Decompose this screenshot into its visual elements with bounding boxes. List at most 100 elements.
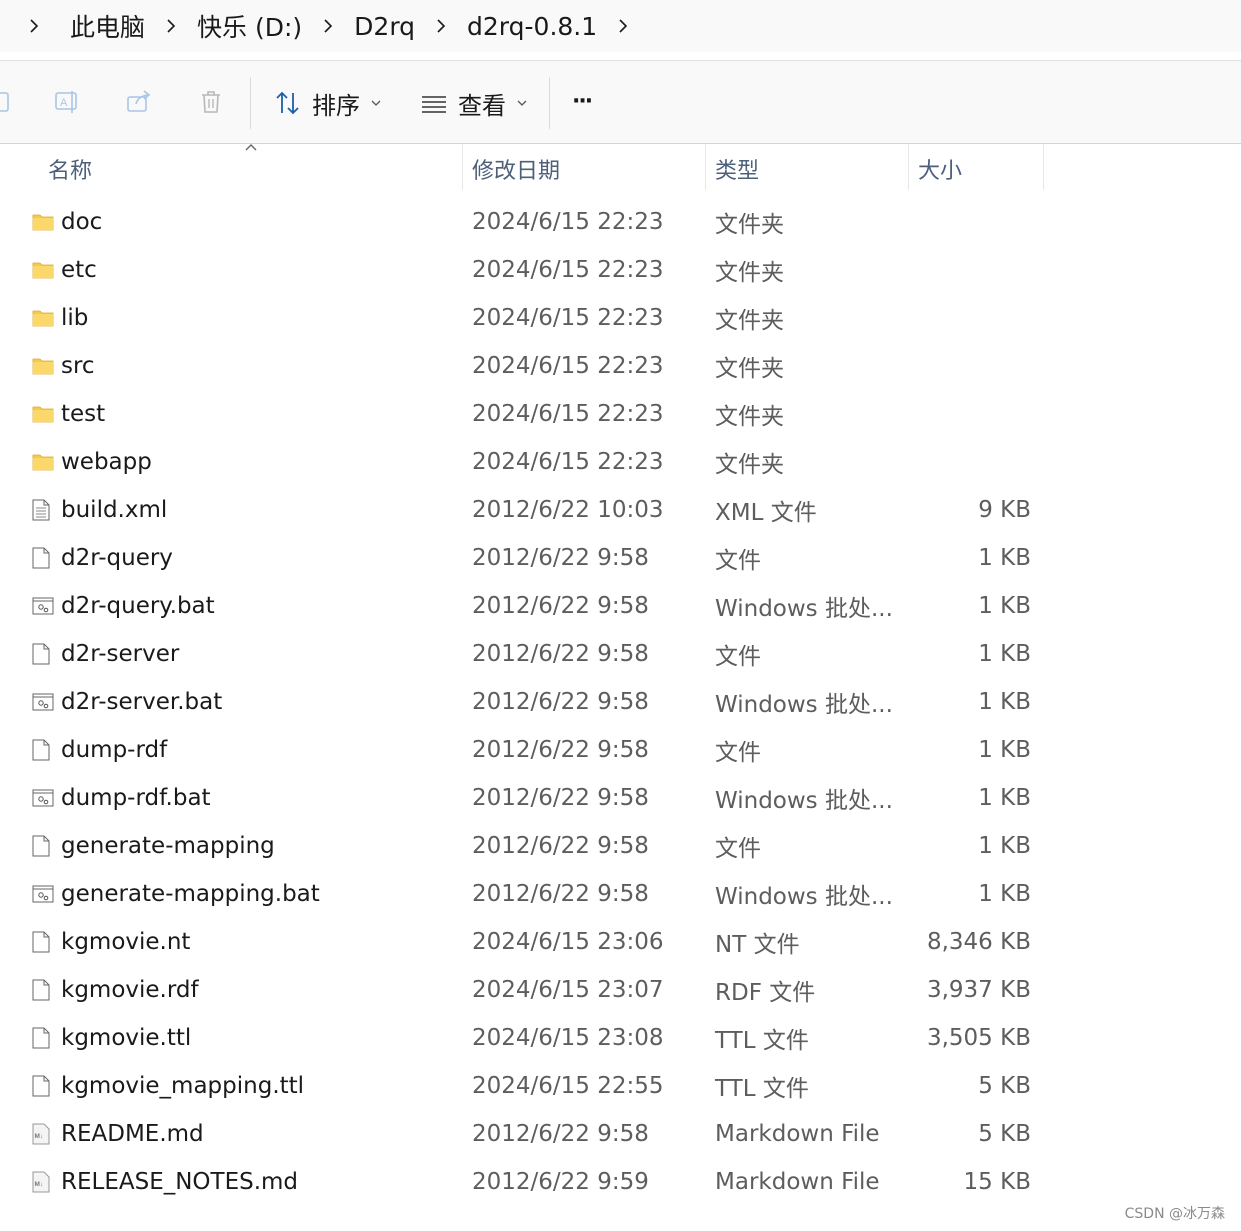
file-row[interactable]: lib 2024/6/15 22:23 文件夹 [0,294,1241,342]
column-header-type[interactable]: 类型 [715,144,759,194]
file-row[interactable]: M↓ README.md 2012/6/22 9:58 Markdown File 5 … [0,1110,1241,1158]
file-row[interactable]: test 2024/6/15 22:23 文件夹 [0,390,1241,438]
file-type: TTL 文件 [715,1028,809,1054]
chevron-right-icon[interactable] [163,18,179,34]
file-date-modified: 2012/6/22 9:59 [472,1169,649,1195]
file-type: Markdown File [715,1121,880,1147]
share-icon[interactable] [124,87,154,117]
file-date-modified: 2012/6/22 10:03 [472,497,664,523]
file-date-modified: 2012/6/22 9:58 [472,545,649,571]
breadcrumb-d2rq-081[interactable]: d2rq-0.8.1 [467,12,597,41]
file-row[interactable]: kgmovie_mapping.ttl 2024/6/15 22:55 TTL 文件… [0,1062,1241,1110]
rename-icon[interactable]: A [52,87,82,117]
file-row[interactable]: kgmovie.ttl 2024/6/15 23:08 TTL 文件 3,505 KB [0,1014,1241,1062]
file-type: 文件 [715,548,761,574]
batch-file-icon [32,678,54,726]
breadcrumb-this-pc[interactable]: 此电脑 [70,8,145,44]
folder-icon [32,342,54,390]
column-header-date[interactable]: 修改日期 [472,144,560,194]
breadcrumb-d2rq[interactable]: D2rq [354,12,415,41]
folder-icon [32,390,54,438]
file-row[interactable]: etc 2024/6/15 22:23 文件夹 [0,246,1241,294]
file-row[interactable]: generate-mapping 2012/6/22 9:58 文件 1 KB [0,822,1241,870]
file-row[interactable]: webapp 2024/6/15 22:23 文件夹 [0,438,1241,486]
file-row[interactable]: kgmovie.rdf 2024/6/15 23:07 RDF 文件 3,937 KB [0,966,1241,1014]
chevron-right-icon[interactable] [433,18,449,34]
file-type: Markdown File [715,1169,880,1195]
file-list: doc 2024/6/15 22:23 文件夹 etc 2024/6/15 22:23 文… [0,198,1241,1206]
file-size: 5 KB [978,1121,1031,1147]
file-size: 3,937 KB [926,977,1031,1003]
file-row[interactable]: M↓ RELEASE_NOTES.md 2012/6/22 9:59 Markdown… [0,1158,1241,1206]
file-icon [32,966,54,1014]
file-row[interactable]: dump-rdf 2012/6/22 9:58 文件 1 KB [0,726,1241,774]
paste-icon[interactable] [0,87,16,117]
file-name: d2r-query [61,545,173,571]
file-size: 1 KB [978,545,1031,571]
sort-ascending-icon [245,144,257,151]
file-size: 9 KB [978,497,1031,523]
column-header-size[interactable]: 大小 [918,144,962,194]
file-type: 文件夹 [715,356,784,382]
toolbar-divider [549,77,550,129]
watermark: CSDN @冰万森 [1124,1206,1225,1222]
file-name: generate-mapping.bat [61,881,320,907]
file-date-modified: 2012/6/22 9:58 [472,689,649,715]
file-type: XML 文件 [715,500,817,526]
file-icon [32,822,54,870]
column-divider[interactable] [908,144,909,190]
chevron-right-icon[interactable] [26,18,42,34]
file-row[interactable]: d2r-server.bat 2012/6/22 9:58 Windows 批处..… [0,678,1241,726]
file-size: 15 KB [963,1169,1031,1195]
xml-file-icon [32,486,54,534]
file-date-modified: 2012/6/22 9:58 [472,833,649,859]
view-list-icon [422,96,446,113]
file-type: Windows 批处... [715,884,893,910]
file-type: NT 文件 [715,932,800,958]
column-divider[interactable] [462,144,463,190]
chevron-right-icon[interactable] [615,18,631,34]
file-name: webapp [61,449,152,475]
delete-icon[interactable] [196,87,226,117]
toolbar-divider [250,77,251,129]
file-date-modified: 2012/6/22 9:58 [472,785,649,811]
file-name: dump-rdf [61,737,168,763]
file-date-modified: 2012/6/22 9:58 [472,737,649,763]
chevron-right-icon[interactable] [320,18,336,34]
file-type: Windows 批处... [715,788,893,814]
file-type: 文件 [715,836,761,862]
file-row[interactable]: d2r-query.bat 2012/6/22 9:58 Windows 批处...… [0,582,1241,630]
svg-text:M↓: M↓ [35,1133,44,1140]
file-row[interactable]: d2r-query 2012/6/22 9:58 文件 1 KB [0,534,1241,582]
file-size: 1 KB [978,737,1031,763]
breadcrumb: 此电脑 快乐 (D:) D2rq d2rq-0.8.1 [0,0,1241,52]
file-size: 1 KB [978,785,1031,811]
file-date-modified: 2024/6/15 22:23 [472,353,664,379]
file-row[interactable]: dump-rdf.bat 2012/6/22 9:58 Windows 批处... 1… [0,774,1241,822]
file-date-modified: 2024/6/15 22:23 [472,209,664,235]
svg-text:A: A [60,97,68,109]
more-options-button[interactable]: ··· [572,81,593,121]
file-type: TTL 文件 [715,1076,809,1102]
file-row[interactable]: doc 2024/6/15 22:23 文件夹 [0,198,1241,246]
file-type: 文件夹 [715,212,784,238]
view-button[interactable]: 查看 [420,83,528,123]
batch-file-icon [32,870,54,918]
sort-icon [276,91,299,115]
column-header-name[interactable]: 名称 [48,144,92,194]
file-type: Windows 批处... [715,692,893,718]
folder-icon [32,294,54,342]
file-row[interactable]: src 2024/6/15 22:23 文件夹 [0,342,1241,390]
file-row[interactable]: build.xml 2012/6/22 10:03 XML 文件 9 KB [0,486,1241,534]
column-divider[interactable] [1043,144,1044,190]
command-toolbar: A 排序 查看 ··· [0,60,1241,145]
file-type: 文件 [715,740,761,766]
sort-label: 排序 [312,91,360,120]
file-name: lib [61,305,89,331]
column-divider[interactable] [705,144,706,190]
file-row[interactable]: generate-mapping.bat 2012/6/22 9:58 Window… [0,870,1241,918]
breadcrumb-drive-d[interactable]: 快乐 (D:) [197,8,302,44]
file-row[interactable]: d2r-server 2012/6/22 9:58 文件 1 KB [0,630,1241,678]
sort-button[interactable]: 排序 [274,83,382,123]
file-row[interactable]: kgmovie.nt 2024/6/15 23:06 NT 文件 8,346 KB [0,918,1241,966]
